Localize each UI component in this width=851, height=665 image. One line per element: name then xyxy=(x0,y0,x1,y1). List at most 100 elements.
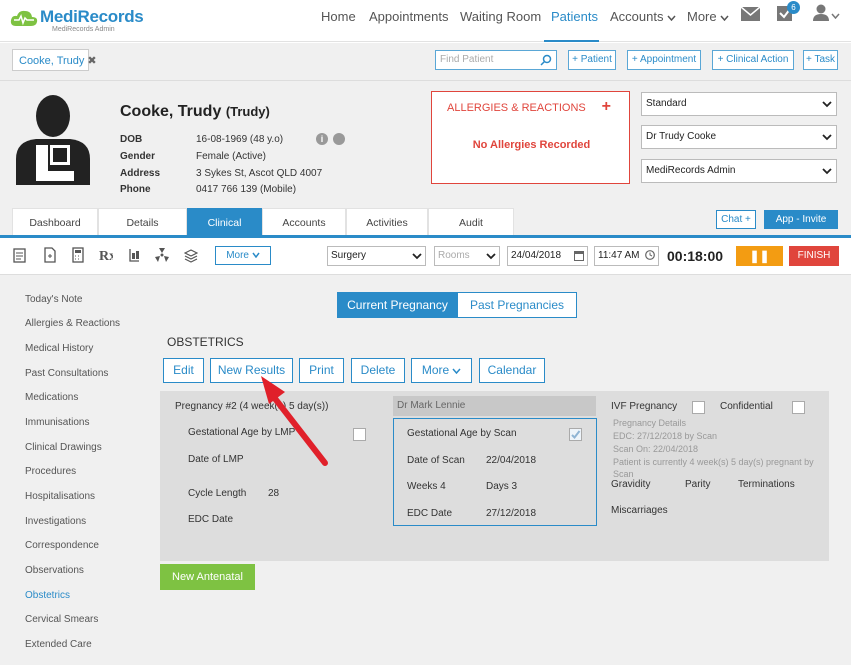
gestational-age-scan-checkbox[interactable] xyxy=(569,428,582,441)
scan-days: Days 3 xyxy=(486,481,518,492)
sidebar-item-observations[interactable]: Observations xyxy=(25,565,84,576)
practitioner-select[interactable]: Dr Trudy Cooke xyxy=(641,125,837,149)
sidebar-item-correspondence[interactable]: Correspondence xyxy=(25,540,99,551)
find-patient-input[interactable]: Find Patient xyxy=(435,50,557,70)
nav-waiting-room[interactable]: Waiting Room xyxy=(460,9,541,24)
info-icon[interactable]: i xyxy=(316,133,328,145)
time-field[interactable]: 11:47 AM xyxy=(594,246,659,266)
search-icon[interactable] xyxy=(540,54,552,66)
sidebar-item-immunisations[interactable]: Immunisations xyxy=(25,417,89,428)
nav-patients[interactable]: Patients xyxy=(551,9,598,24)
globe-icon[interactable] xyxy=(333,133,345,145)
dob-value: 16-08-1969 (48 y.o) xyxy=(196,134,284,145)
sidebar-item-cervical-smears[interactable]: Cervical Smears xyxy=(25,614,98,625)
envelope-icon[interactable] xyxy=(741,7,760,21)
sidebar-item-procedures[interactable]: Procedures xyxy=(25,466,76,477)
chevron-down-icon xyxy=(667,15,676,22)
chevron-down-icon xyxy=(486,253,496,260)
ivf-pregnancy-label: IVF Pregnancy xyxy=(611,401,678,412)
tab-past-pregnancies[interactable]: Past Pregnancies xyxy=(457,292,577,318)
stack-icon[interactable] xyxy=(184,247,198,263)
consult-timer: 00:18:00 xyxy=(667,248,724,264)
delete-button[interactable]: Delete xyxy=(351,358,405,383)
top-navbar: MediRecords MediRecords Admin Home Appoi… xyxy=(0,0,851,42)
tab-accounts[interactable]: Accounts xyxy=(262,208,346,236)
sidebar-item-past-consultations[interactable]: Past Consultations xyxy=(25,368,108,379)
user-select[interactable]: MediRecords Admin xyxy=(641,159,837,183)
chat-button[interactable]: Chat + xyxy=(716,210,756,229)
calculator-icon[interactable] xyxy=(71,247,85,263)
allergies-title: ALLERGIES & REACTIONS xyxy=(447,102,586,114)
gestational-age-lmp-checkbox[interactable] xyxy=(353,428,366,441)
clock-icon[interactable] xyxy=(645,250,655,260)
add-patient-button[interactable]: + Patient xyxy=(568,50,616,70)
notes-icon[interactable] xyxy=(13,247,27,263)
finish-button[interactable]: FINISH xyxy=(789,246,839,266)
new-antenatal-button[interactable]: New Antenatal xyxy=(160,564,255,590)
cycle-length-label: Cycle Length xyxy=(188,488,247,499)
app-invite-button[interactable]: App - Invite xyxy=(764,210,838,229)
calendar-button[interactable]: Calendar xyxy=(479,358,545,383)
nav-home[interactable]: Home xyxy=(321,9,356,24)
user-icon[interactable] xyxy=(813,4,829,21)
sidebar-item-medications[interactable]: Medications xyxy=(25,392,78,403)
prescription-rx-icon[interactable]: Rx xyxy=(99,247,113,263)
gender-label: Gender xyxy=(120,151,156,162)
patient-nickname: (Trudy) xyxy=(225,104,270,119)
medirecords-logo[interactable]: MediRecords MediRecords Admin xyxy=(10,5,150,37)
tab-audit[interactable]: Audit xyxy=(428,208,514,236)
calendar-icon[interactable] xyxy=(574,250,584,261)
nav-more[interactable]: More xyxy=(687,9,729,24)
sidebar-item-clinical-drawings[interactable]: Clinical Drawings xyxy=(25,442,102,453)
pregnancy-details-status-cont: Scan xyxy=(613,469,634,479)
close-icon[interactable]: ✖ xyxy=(87,55,96,67)
scan-edc-label: EDC Date xyxy=(407,508,453,519)
checkmark-icon xyxy=(571,430,581,440)
allergies-panel: ALLERGIES & REACTIONS + No Allergies Rec… xyxy=(431,91,630,184)
add-allergy-icon[interactable]: + xyxy=(602,98,611,116)
rooms-select[interactable]: Rooms xyxy=(434,246,500,266)
tab-details[interactable]: Details xyxy=(98,208,187,236)
pregnancy-details-status: Patient is currently 4 week(s) 5 day(s) … xyxy=(613,457,814,467)
nav-accounts[interactable]: Accounts xyxy=(610,9,676,24)
chevron-down-icon xyxy=(822,168,832,175)
obstetrics-more-button[interactable]: More xyxy=(411,358,472,383)
chevron-down-icon xyxy=(720,15,729,22)
tab-current-pregnancy[interactable]: Current Pregnancy xyxy=(337,292,458,318)
obstetrics-more-label: More xyxy=(421,363,450,377)
edit-button[interactable]: Edit xyxy=(163,358,204,383)
ivf-pregnancy-checkbox[interactable] xyxy=(692,401,705,414)
phone-label: Phone xyxy=(120,184,151,195)
open-patient-tab[interactable]: Cooke, Trudy ✖ xyxy=(12,49,97,71)
nav-appointments[interactable]: Appointments xyxy=(369,9,449,24)
annotation-arrow-icon xyxy=(261,376,328,466)
lab-results-icon[interactable] xyxy=(127,247,141,263)
toolbar-more-button[interactable]: More xyxy=(215,246,271,265)
chevron-down-icon xyxy=(252,252,260,259)
sidebar-item-todays-note[interactable]: Today's Note xyxy=(25,294,83,305)
radiation-icon[interactable] xyxy=(155,247,169,263)
sidebar-item-obstetrics[interactable]: Obstetrics xyxy=(25,590,70,601)
patient-name: Cooke, Trudy (Trudy) xyxy=(120,103,270,121)
sidebar-item-medical-history[interactable]: Medical History xyxy=(25,343,93,354)
add-task-button[interactable]: + Task xyxy=(803,50,838,70)
scan-weeks: Weeks 4 xyxy=(407,481,446,492)
tab-dashboard[interactable]: Dashboard xyxy=(12,208,98,236)
pause-button[interactable]: ❚❚ xyxy=(736,246,783,266)
tab-activities[interactable]: Activities xyxy=(346,208,428,236)
location-select[interactable]: Surgery xyxy=(327,246,426,266)
add-appointment-button[interactable]: + Appointment xyxy=(627,50,701,70)
tab-clinical[interactable]: Clinical xyxy=(187,208,262,236)
add-clinical-action-button[interactable]: + Clinical Action xyxy=(712,50,794,70)
date-field[interactable]: 24/04/2018 xyxy=(507,246,588,266)
time-value: 11:47 AM xyxy=(598,250,640,261)
sidebar-item-hospitalisations[interactable]: Hospitalisations xyxy=(25,491,95,502)
billing-type-select[interactable]: Standard xyxy=(641,92,837,116)
document-add-icon[interactable] xyxy=(43,247,57,263)
sidebar-item-extended-care[interactable]: Extended Care xyxy=(25,639,92,650)
sidebar-item-allergies[interactable]: Allergies & Reactions xyxy=(25,318,120,329)
confidential-checkbox[interactable] xyxy=(792,401,805,414)
sidebar-item-investigations[interactable]: Investigations xyxy=(25,516,86,527)
chevron-down-icon[interactable] xyxy=(831,13,840,19)
brand-tagline: MediRecords Admin xyxy=(52,26,115,33)
